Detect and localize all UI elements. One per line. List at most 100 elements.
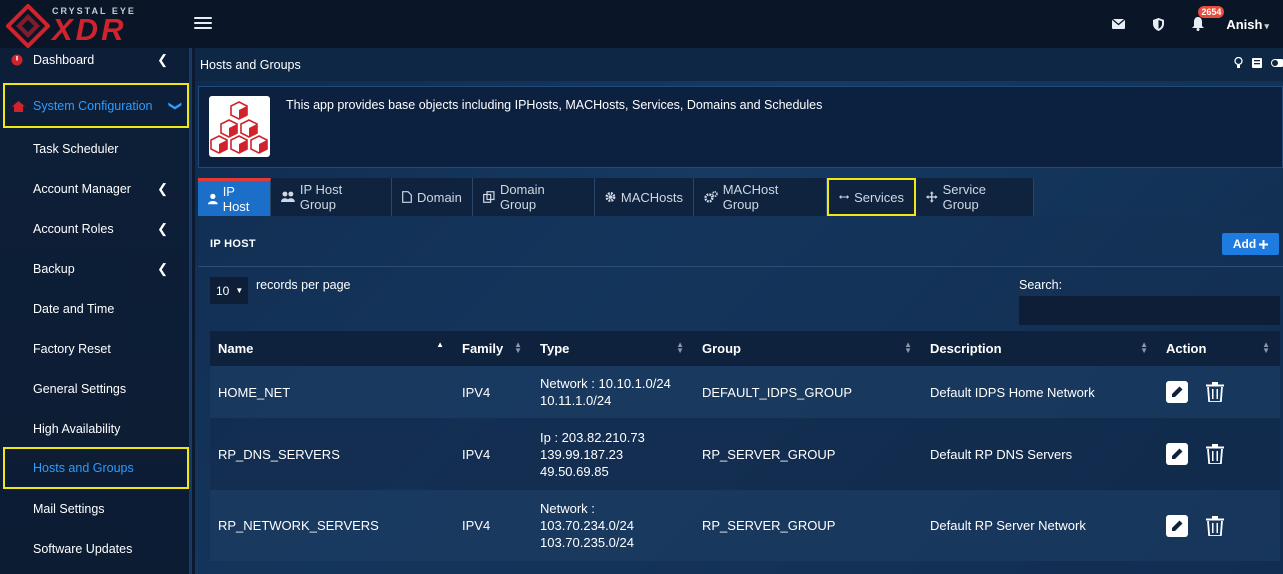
cell-description: Default RP Server Network bbox=[922, 490, 1158, 561]
search-input[interactable] bbox=[1019, 296, 1280, 325]
trash-icon bbox=[1206, 382, 1224, 402]
trash-icon bbox=[1206, 515, 1224, 536]
sidebar-item-dashboard[interactable]: Dashboard ❮ bbox=[0, 40, 192, 80]
chevron-down-icon: ❯ bbox=[168, 100, 184, 111]
cell-family: IPV4 bbox=[454, 418, 532, 490]
sidebar-item-high-availability[interactable]: High Availability bbox=[0, 409, 192, 449]
chevron-left-icon: ❮ bbox=[157, 181, 168, 196]
edit-button[interactable] bbox=[1166, 443, 1188, 465]
records-per-page-select[interactable]: 10 ▼ bbox=[210, 277, 248, 304]
column-header-group[interactable]: Group ▲ ▼ bbox=[694, 331, 922, 366]
users-icon bbox=[281, 191, 295, 202]
type-line: 103.70.235.0/24 bbox=[540, 535, 634, 550]
user-menu[interactable]: Anish ▾ bbox=[1226, 17, 1269, 32]
column-header-name[interactable]: Name ▲ bbox=[210, 331, 454, 366]
tab-services[interactable]: Services bbox=[827, 178, 916, 216]
dashboard-icon bbox=[11, 54, 23, 66]
add-button-label: Add bbox=[1232, 237, 1257, 251]
column-header-type[interactable]: Type ▲ ▼ bbox=[532, 331, 694, 366]
type-line: 103.70.234.0/24 bbox=[540, 518, 634, 533]
pencil-icon bbox=[1172, 448, 1183, 459]
chevron-left-icon: ❮ bbox=[157, 221, 168, 236]
sidebar-item-account-roles[interactable]: Account Roles ❮ bbox=[0, 209, 192, 249]
menu-toggle-icon[interactable] bbox=[194, 14, 212, 32]
table-row: RP_NETWORK_SERVERS IPV4 Network : 103.70.… bbox=[210, 490, 1280, 561]
header-label: Family bbox=[462, 341, 504, 356]
sidebar-item-hosts-and-groups[interactable]: Hosts and Groups bbox=[3, 447, 189, 489]
tab-machosts[interactable]: MACHosts bbox=[595, 178, 694, 216]
type-line: Network : bbox=[540, 501, 595, 516]
tab-ip-host-group[interactable]: IP Host Group bbox=[271, 178, 392, 216]
sidebar-item-label: Account Manager bbox=[33, 182, 131, 196]
cell-group: DEFAULT_IDPS_GROUP bbox=[694, 366, 922, 418]
sidebar-item-mail-settings[interactable]: Mail Settings bbox=[0, 489, 192, 529]
header-label: Description bbox=[930, 341, 1002, 356]
sidebar-item-factory-reset[interactable]: Factory Reset bbox=[0, 329, 192, 369]
sidebar-item-date-and-time[interactable]: Date and Time bbox=[0, 289, 192, 329]
user-name: Anish bbox=[1226, 16, 1263, 32]
cell-family: IPV4 bbox=[454, 366, 532, 418]
cell-type: Network : 103.70.234.0/24 103.70.235.0/24 bbox=[532, 490, 694, 561]
ip-host-table: Name ▲ Family ▲ ▼ Type ▲ ▼ Group ▲ ▼ Descriptio… bbox=[210, 331, 1280, 561]
records-per-page-value: 10 bbox=[216, 283, 230, 298]
tab-machost-group[interactable]: MACHost Group bbox=[694, 178, 827, 216]
table-header-row: Name ▲ Family ▲ ▼ Type ▲ ▼ Group ▲ ▼ Descriptio… bbox=[210, 331, 1280, 366]
toggle-icon[interactable] bbox=[1271, 57, 1283, 69]
edit-button[interactable] bbox=[1166, 514, 1188, 537]
sidebar-item-account-manager[interactable]: Account Manager ❮ bbox=[0, 169, 192, 209]
sidebar-item-task-scheduler[interactable]: Task Scheduler bbox=[0, 129, 192, 169]
tab-domain[interactable]: Domain bbox=[392, 178, 473, 216]
sidebar-item-system-configuration[interactable]: System Configuration ❯ bbox=[3, 83, 189, 128]
delete-button[interactable] bbox=[1204, 515, 1226, 537]
tab-label: IP Host bbox=[222, 183, 250, 214]
column-header-description[interactable]: Description ▲ ▼ bbox=[922, 331, 1158, 366]
shield-icon[interactable] bbox=[1138, 0, 1178, 48]
tab-label: Domain bbox=[417, 189, 462, 205]
table-row: RP_DNS_SERVERS IPV4 Ip : 203.82.210.73 13… bbox=[210, 418, 1280, 490]
sidebar-item-label: Account Roles bbox=[33, 222, 114, 236]
type-line: 49.50.69.85 bbox=[540, 463, 609, 479]
column-header-family[interactable]: Family ▲ ▼ bbox=[454, 331, 532, 366]
sidebar-item-general-settings[interactable]: General Settings bbox=[0, 369, 192, 409]
sidebar-item-software-updates[interactable]: Software Updates bbox=[0, 529, 192, 569]
envelope-icon[interactable] bbox=[1098, 0, 1138, 48]
delete-button[interactable] bbox=[1204, 443, 1226, 465]
sidebar-item-label: High Availability bbox=[33, 422, 121, 436]
cell-action bbox=[1158, 490, 1280, 561]
sidebar-item-label: System Configuration bbox=[33, 98, 153, 113]
app-description: This app provides base objects including… bbox=[286, 98, 823, 112]
tab-ip-host[interactable]: IP Host bbox=[198, 178, 271, 216]
tab-label: Services bbox=[854, 189, 904, 205]
cell-description: Default RP DNS Servers bbox=[922, 418, 1158, 490]
file-icon bbox=[402, 191, 412, 203]
sort-icon: ▲ ▼ bbox=[1140, 340, 1148, 355]
notifications-bell[interactable]: 2654 bbox=[1178, 0, 1225, 48]
bell-icon bbox=[1192, 17, 1205, 31]
column-header-action[interactable]: Action ▲ ▼ bbox=[1158, 331, 1280, 366]
plus-icon bbox=[1259, 239, 1269, 249]
sidebar-item-label: General Settings bbox=[33, 382, 127, 396]
add-button[interactable]: Add bbox=[1222, 233, 1279, 255]
book-icon[interactable] bbox=[1251, 57, 1263, 69]
sidebar-item-backup[interactable]: Backup ❮ bbox=[0, 249, 192, 289]
cell-description: Default IDPS Home Network bbox=[922, 366, 1158, 418]
sort-icon: ▲ ▼ bbox=[514, 340, 522, 355]
pencil-icon bbox=[1172, 520, 1183, 531]
sort-icon: ▲ ▼ bbox=[904, 340, 912, 355]
top-bar: CRYSTAL EYE XDR 2654 Anish ▾ bbox=[0, 0, 1283, 48]
header-label: Type bbox=[540, 341, 570, 356]
lightbulb-icon[interactable] bbox=[1234, 57, 1243, 69]
delete-button[interactable] bbox=[1204, 381, 1226, 403]
cell-name: HOME_NET bbox=[210, 366, 454, 418]
cell-name: RP_NETWORK_SERVERS bbox=[210, 490, 454, 561]
records-per-page-label: records per page bbox=[256, 277, 351, 292]
notification-badge: 2654 bbox=[1198, 6, 1225, 18]
sidebar-item-label: Factory Reset bbox=[33, 342, 111, 356]
cell-action bbox=[1158, 366, 1280, 418]
header-label: Name bbox=[218, 341, 254, 356]
tab-domain-group[interactable]: Domain Group bbox=[473, 178, 595, 216]
edit-button[interactable] bbox=[1166, 381, 1188, 403]
cell-group: RP_SERVER_GROUP bbox=[694, 490, 922, 561]
tab-service-group[interactable]: Service Group bbox=[916, 178, 1034, 216]
type-line: Ip : 203.82.210.73 bbox=[540, 429, 645, 445]
